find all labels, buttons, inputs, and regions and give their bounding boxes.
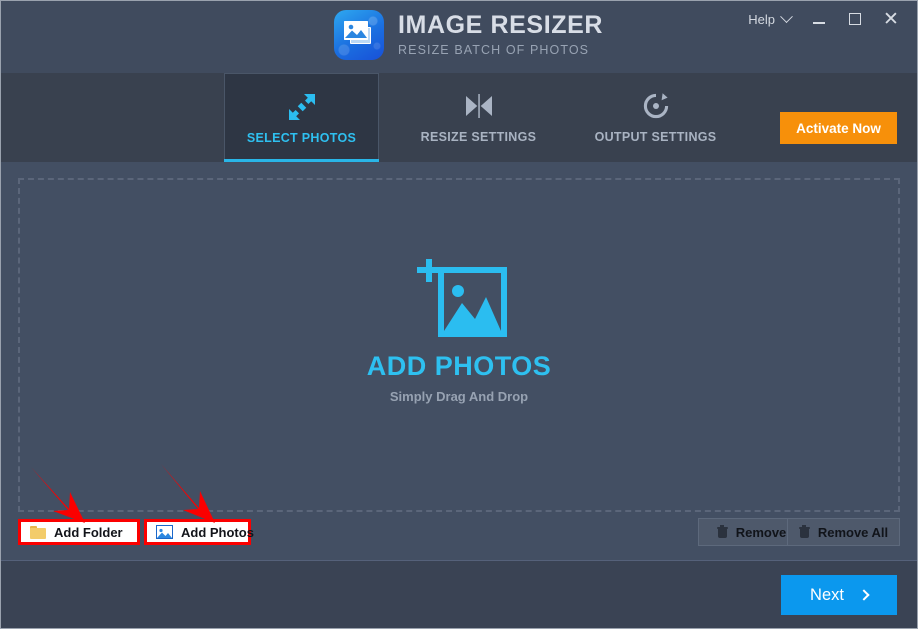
activate-now-label: Activate Now	[796, 120, 881, 136]
trash-icon	[798, 524, 810, 539]
app-branding: IMAGE RESIZER RESIZE BATCH OF PHOTOS	[334, 10, 603, 60]
window-controls: Help ✕	[738, 5, 909, 33]
app-title: IMAGE RESIZER	[398, 11, 604, 40]
dropzone-subtitle: Simply Drag And Drop	[389, 388, 529, 404]
help-menu-button[interactable]: Help	[738, 8, 801, 31]
maximize-button[interactable]	[837, 5, 873, 33]
dropzone-title: ADD PHOTOS	[366, 350, 552, 381]
tab-label-select-photos: SELECT PHOTOS	[246, 130, 357, 145]
tab-output-settings[interactable]: OUTPUT SETTINGS	[578, 73, 733, 162]
add-folder-label: Add Folder	[54, 524, 123, 540]
add-folder-button[interactable]: Add Folder	[18, 519, 140, 545]
image-stack-icon	[334, 10, 384, 60]
help-label: Help	[748, 11, 775, 27]
minimize-button[interactable]	[801, 5, 837, 33]
remove-all-label: Remove All	[817, 524, 889, 540]
footer-bar: Next	[1, 560, 917, 628]
folder-icon	[30, 525, 46, 539]
remove-all-button[interactable]: Remove All	[787, 518, 900, 546]
close-button[interactable]: ✕	[873, 5, 909, 33]
refresh-circle-icon	[642, 91, 670, 121]
tab-select-photos[interactable]: SELECT PHOTOS	[224, 73, 379, 162]
tab-label-resize-settings: RESIZE SETTINGS	[420, 130, 537, 144]
resize-arrows-icon	[287, 92, 317, 122]
activate-now-button[interactable]: Activate Now	[780, 112, 897, 144]
tab-navigation-bar: SELECT PHOTOS RESIZE SETTINGS OUTPUT SET…	[1, 73, 917, 162]
add-photo-icon	[367, 258, 552, 337]
maximize-icon	[849, 13, 861, 25]
next-button[interactable]: Next	[781, 575, 897, 615]
remove-label: Remove	[735, 524, 787, 540]
hourglass-resize-icon	[464, 91, 494, 121]
chevron-right-icon	[858, 589, 870, 601]
add-photos-button[interactable]: Add Photos	[144, 519, 254, 545]
add-photos-label: Add Photos	[181, 524, 254, 540]
trash-icon	[716, 524, 728, 539]
tab-resize-settings[interactable]: RESIZE SETTINGS	[401, 73, 556, 162]
photo-icon	[156, 525, 173, 539]
close-icon: ✕	[883, 8, 899, 30]
chevron-down-icon	[780, 9, 793, 23]
image-resizer-window: IMAGE RESIZER RESIZE BATCH OF PHOTOS Hel…	[0, 0, 918, 629]
tab-label-output-settings: OUTPUT SETTINGS	[594, 130, 717, 144]
next-label: Next	[810, 585, 844, 604]
photo-dropzone[interactable]: ADD PHOTOS Simply Drag And Drop	[18, 178, 900, 512]
title-bar: IMAGE RESIZER RESIZE BATCH OF PHOTOS Hel…	[1, 1, 917, 73]
action-button-row: Add Folder Add Photos Remove Remove All	[1, 516, 917, 556]
minimize-icon	[813, 22, 825, 24]
app-subtitle: RESIZE BATCH OF PHOTOS	[398, 43, 590, 58]
